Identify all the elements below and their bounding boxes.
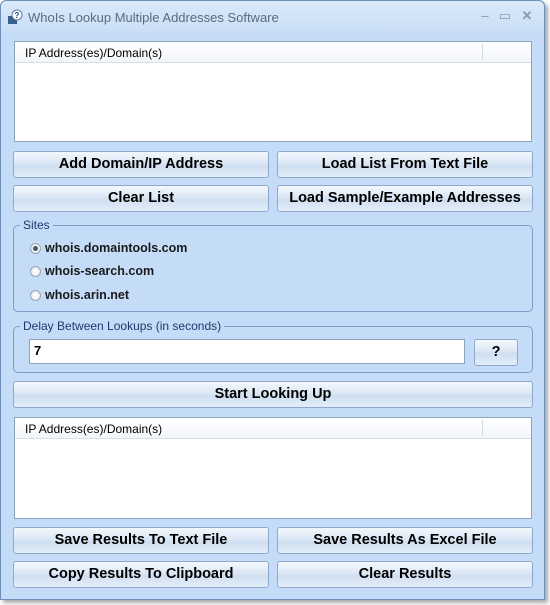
app-window: ? WhoIs Lookup Multiple Addresses Softwa… <box>0 0 545 600</box>
column-separator[interactable] <box>482 44 483 60</box>
radio-label: whois.domaintools.com <box>45 241 188 255</box>
column-separator[interactable] <box>482 420 483 436</box>
help-button[interactable]: ? <box>474 339 518 366</box>
maximize-button[interactable]: ▭ <box>495 7 515 25</box>
delay-group: Delay Between Lookups (in seconds) 7 ? <box>13 319 533 373</box>
title-bar[interactable]: ? WhoIs Lookup Multiple Addresses Softwa… <box>1 1 544 33</box>
save-text-button[interactable]: Save Results To Text File <box>13 527 269 554</box>
sites-label: Sites <box>20 218 53 232</box>
window-title: WhoIs Lookup Multiple Addresses Software <box>28 10 279 25</box>
column-header-address[interactable]: IP Address(es)/Domain(s) <box>25 46 162 60</box>
radio-domaintools[interactable]: whois.domaintools.com <box>30 240 187 256</box>
add-domain-button[interactable]: Add Domain/IP Address <box>13 151 269 178</box>
radio-button[interactable] <box>30 289 41 301</box>
load-list-button[interactable]: Load List From Text File <box>277 151 533 178</box>
address-list[interactable]: IP Address(es)/Domain(s) <box>14 41 532 142</box>
column-header-address[interactable]: IP Address(es)/Domain(s) <box>25 422 162 436</box>
copy-clipboard-button[interactable]: Copy Results To Clipboard <box>13 561 269 588</box>
radio-button[interactable] <box>30 242 41 254</box>
radio-label: whois-search.com <box>45 264 155 278</box>
radio-whois-search[interactable]: whois-search.com <box>30 263 154 279</box>
save-excel-button[interactable]: Save Results As Excel File <box>277 527 533 554</box>
clear-list-button[interactable]: Clear List <box>13 185 269 212</box>
radio-button[interactable] <box>30 265 41 277</box>
results-list-header: IP Address(es)/Domain(s) <box>15 418 531 439</box>
address-list-header: IP Address(es)/Domain(s) <box>15 42 531 63</box>
results-list[interactable]: IP Address(es)/Domain(s) <box>14 417 532 519</box>
app-icon: ? <box>8 9 23 24</box>
delay-label: Delay Between Lookups (in seconds) <box>20 319 225 333</box>
delay-input[interactable]: 7 <box>29 339 465 364</box>
minimize-button[interactable]: – <box>475 7 495 25</box>
sites-group: Sites whois.domaintools.com whois-search… <box>13 218 533 312</box>
load-sample-button[interactable]: Load Sample/Example Addresses <box>277 185 533 212</box>
radio-label: whois.arin.net <box>45 288 130 302</box>
clear-results-button[interactable]: Clear Results <box>277 561 533 588</box>
radio-arin[interactable]: whois.arin.net <box>30 287 129 303</box>
close-button[interactable]: ✕ <box>517 7 537 25</box>
svg-text:?: ? <box>15 11 20 20</box>
start-lookup-button[interactable]: Start Looking Up <box>13 381 533 408</box>
